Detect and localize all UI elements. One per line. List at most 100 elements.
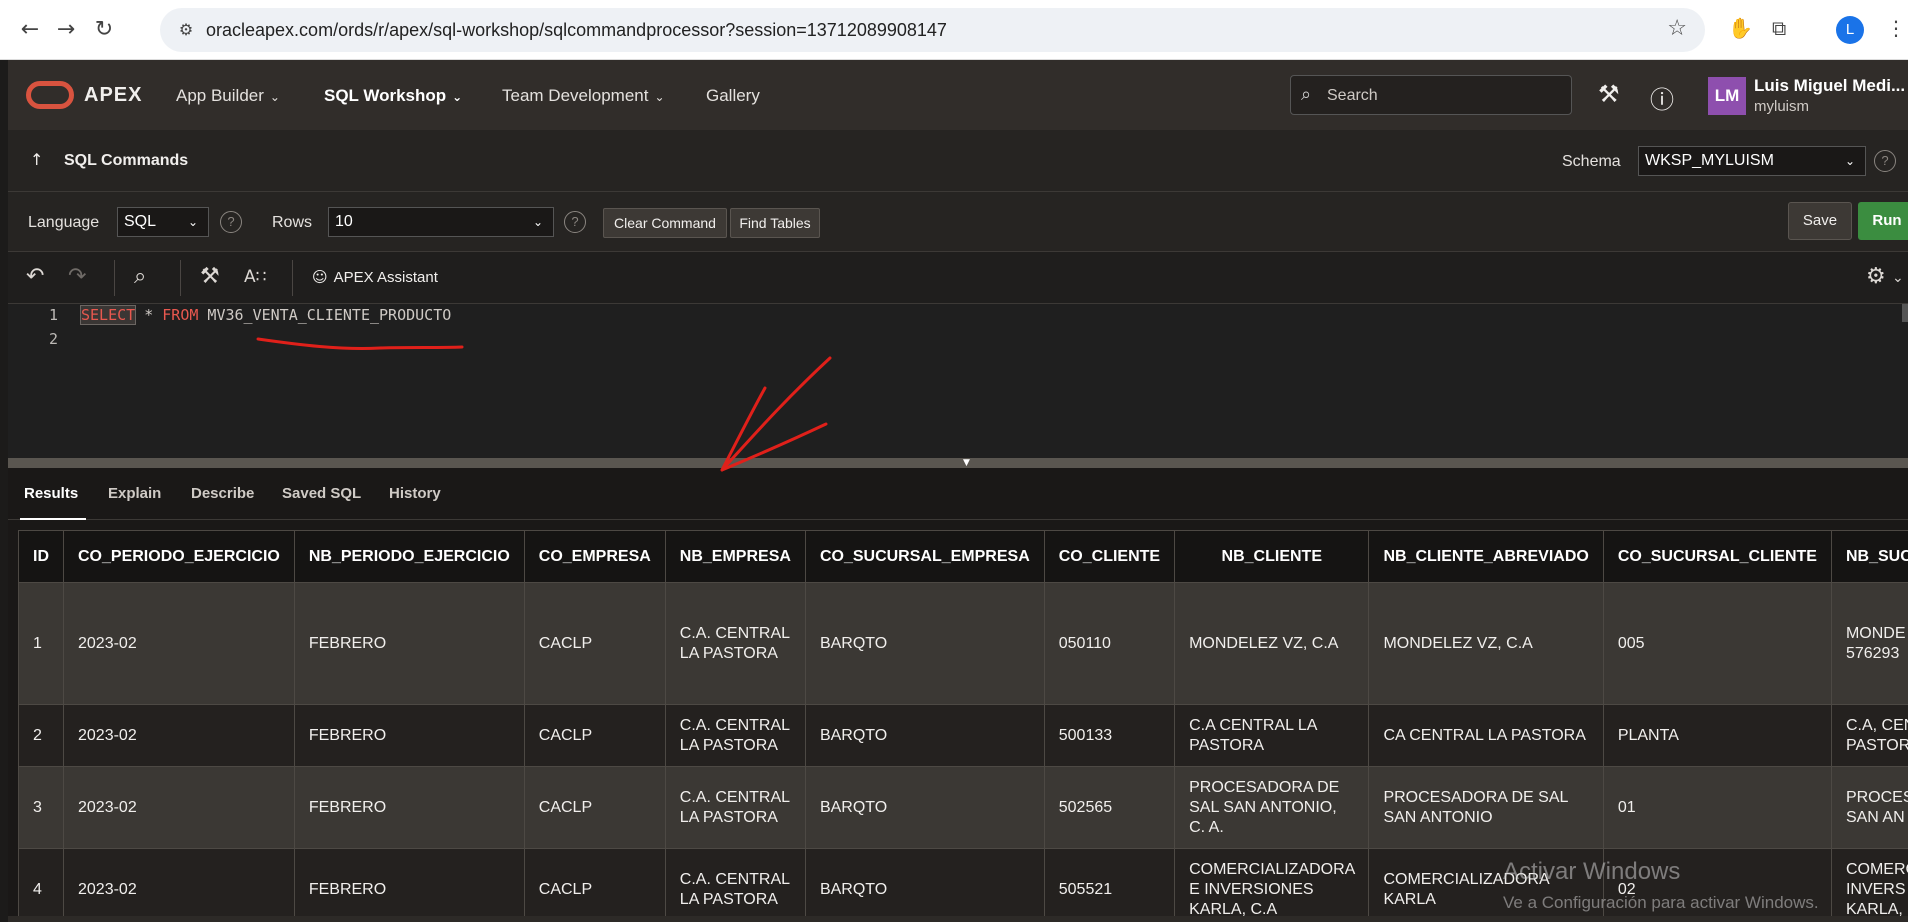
table-cell: PLANTA bbox=[1602, 704, 1832, 767]
tab-explain[interactable]: Explain bbox=[108, 485, 161, 502]
menu-sql-workshop[interactable]: SQL Workshop ⌄ bbox=[324, 86, 462, 106]
clear-command-button[interactable]: Clear Command bbox=[603, 208, 727, 238]
collapse-triangle-icon[interactable]: ▼ bbox=[963, 458, 970, 468]
search-input[interactable]: ⌕ Search bbox=[1290, 75, 1572, 115]
table-cell: C.A, CEN PASTOR bbox=[1830, 704, 1908, 767]
schema-select[interactable]: WKSP_MYLUISM ⌄ bbox=[1638, 146, 1866, 176]
extension-icon[interactable]: ✋ bbox=[1728, 16, 1753, 40]
table-cell: 01 bbox=[1602, 766, 1832, 849]
menu-label: App Builder bbox=[176, 86, 264, 105]
rows-select[interactable]: 10 ⌄ bbox=[328, 207, 554, 237]
forward-icon[interactable]: → bbox=[50, 14, 82, 46]
table-cell: C.A. CENTRAL LA PASTORA bbox=[664, 848, 806, 922]
table-cell: C.A. CENTRAL LA PASTORA bbox=[664, 704, 806, 767]
redo-icon[interactable]: ↷ bbox=[68, 264, 86, 289]
column-header[interactable]: NB_CLIENTE bbox=[1174, 530, 1370, 583]
arrow-up-icon[interactable]: ↑ bbox=[30, 150, 43, 169]
column-header[interactable]: CO_SUCURSAL_CLIENTE bbox=[1602, 530, 1832, 583]
search-icon: ⌕ bbox=[1301, 84, 1312, 105]
settings-gear-icon[interactable]: ⚙ bbox=[1866, 264, 1886, 289]
administration-user-icon[interactable]: ⚒ bbox=[1598, 80, 1620, 108]
table-cell: 1 bbox=[18, 582, 64, 705]
tab-saved-sql[interactable]: Saved SQL bbox=[282, 485, 361, 502]
chevron-down-icon: ⌄ bbox=[269, 90, 280, 104]
schema-value: WKSP_MYLUISM bbox=[1645, 152, 1774, 169]
chevron-down-icon[interactable]: ⌄ bbox=[1892, 270, 1904, 286]
table-cell: BARQTO bbox=[804, 766, 1045, 849]
column-header[interactable]: CO_CLIENTE bbox=[1043, 530, 1176, 583]
extensions-puzzle-icon[interactable]: ⧉ bbox=[1772, 16, 1786, 40]
help-icon[interactable]: ? bbox=[220, 211, 242, 233]
table-cell: PROCESADORA DE SAL SAN ANTONIO, C. A. bbox=[1174, 766, 1370, 849]
language-select[interactable]: SQL ⌄ bbox=[117, 207, 209, 237]
undo-icon[interactable]: ↶ bbox=[26, 264, 44, 289]
browser-menu-icon[interactable]: ⋮ bbox=[1886, 16, 1906, 40]
table-cell: BARQTO bbox=[804, 848, 1045, 922]
tab-describe[interactable]: Describe bbox=[191, 485, 254, 502]
save-button[interactable]: Save bbox=[1788, 202, 1852, 240]
column-header[interactable]: NB_CLIENTE_ABREVIADO bbox=[1368, 530, 1604, 583]
table-cell: BARQTO bbox=[804, 582, 1045, 705]
help-icon[interactable]: ⓘ bbox=[1650, 80, 1674, 115]
hammer-icon[interactable]: ⚒ bbox=[200, 264, 220, 289]
table-cell: 502565 bbox=[1043, 766, 1176, 849]
apex-brand[interactable]: APEX bbox=[84, 84, 142, 107]
language-value: SQL bbox=[124, 213, 157, 230]
column-header[interactable]: ID bbox=[18, 530, 64, 583]
code-star: * bbox=[135, 306, 163, 324]
chevron-down-icon: ⌄ bbox=[187, 215, 198, 229]
column-header[interactable]: CO_SUCURSAL_EMPRESA bbox=[804, 530, 1045, 583]
sql-code-line[interactable]: SELECT * FROM MV36_VENTA_CLIENTE_PRODUCT… bbox=[79, 305, 451, 325]
tab-history[interactable]: History bbox=[389, 485, 441, 502]
table-cell: 505521 bbox=[1043, 848, 1176, 922]
column-header[interactable]: CO_EMPRESA bbox=[523, 530, 666, 583]
page-title: SQL Commands bbox=[64, 152, 189, 169]
tab-results[interactable]: Results bbox=[24, 485, 78, 502]
font-size-icon[interactable]: A∷ bbox=[244, 267, 266, 287]
avatar[interactable]: LM bbox=[1708, 77, 1746, 115]
reload-icon[interactable]: ↻ bbox=[88, 14, 120, 46]
sql-commands-bar: ↑ SQL Commands Schema WKSP_MYLUISM ⌄ ? bbox=[8, 130, 1908, 192]
table-cell: PROCESADORA DE SAL SAN ANTONIO bbox=[1368, 766, 1604, 849]
user-name[interactable]: Luis Miguel Medi... bbox=[1754, 76, 1905, 96]
oracle-logo-icon[interactable] bbox=[26, 81, 74, 109]
horizontal-scrollbar[interactable] bbox=[8, 916, 1908, 922]
help-icon[interactable]: ? bbox=[1874, 150, 1896, 172]
column-header[interactable]: CO_PERIODO_EJERCICIO bbox=[63, 530, 295, 583]
table-row: 3 2023-02 FEBRERO CACLP C.A. CENTRAL LA … bbox=[18, 766, 1908, 849]
column-header[interactable]: NB_PERIODO_EJERCICIO bbox=[293, 530, 525, 583]
column-header[interactable]: NB_SUC bbox=[1830, 530, 1908, 583]
run-button[interactable]: Run bbox=[1858, 202, 1908, 240]
menu-label: Gallery bbox=[706, 86, 760, 105]
table-cell: MONDELEZ VZ, C.A bbox=[1368, 582, 1604, 705]
table-cell: 050110 bbox=[1043, 582, 1176, 705]
activation-watermark-title: Activar Windows bbox=[1503, 858, 1681, 885]
pane-splitter[interactable]: ▼ bbox=[8, 458, 1908, 468]
table-cell: FEBRERO bbox=[293, 766, 525, 849]
keyword-select: SELECT bbox=[79, 305, 137, 325]
table-cell: 005 bbox=[1602, 582, 1832, 705]
browser-profile-avatar[interactable]: L bbox=[1836, 16, 1864, 44]
search-icon[interactable]: ⌕ bbox=[134, 264, 146, 289]
activation-watermark-text: Ve a Configuración para activar Windows. bbox=[1503, 893, 1819, 912]
rows-value: 10 bbox=[335, 213, 353, 230]
menu-team-development[interactable]: Team Development ⌄ bbox=[502, 86, 665, 106]
sql-editor[interactable]: 1 2 SELECT * FROM MV36_VENTA_CLIENTE_PRO… bbox=[8, 304, 1908, 458]
table-cell: CA CENTRAL LA PASTORA bbox=[1368, 704, 1604, 767]
editor-scrollbar[interactable] bbox=[1902, 304, 1908, 322]
bookmark-star-icon[interactable]: ☆ bbox=[1667, 16, 1687, 41]
find-tables-button[interactable]: Find Tables bbox=[730, 208, 820, 238]
back-icon[interactable]: ← bbox=[14, 14, 46, 46]
assistant-icon: ☺ bbox=[312, 268, 328, 286]
menu-app-builder[interactable]: App Builder ⌄ bbox=[176, 86, 280, 106]
address-bar[interactable]: ⚙ oracleapex.com/ords/r/apex/sql-worksho… bbox=[160, 8, 1705, 52]
table-cell: 2023-02 bbox=[63, 704, 295, 767]
table-cell: 3 bbox=[18, 766, 64, 849]
chevron-down-icon: ⌄ bbox=[1844, 154, 1855, 168]
apex-assistant-button[interactable]: ☺ APEX Assistant bbox=[312, 268, 438, 286]
menu-gallery[interactable]: Gallery bbox=[706, 86, 760, 106]
column-header[interactable]: NB_EMPRESA bbox=[664, 530, 806, 583]
help-icon[interactable]: ? bbox=[564, 211, 586, 233]
table-cell: 2023-02 bbox=[63, 582, 295, 705]
site-info-icon[interactable]: ⚙ bbox=[174, 18, 198, 42]
